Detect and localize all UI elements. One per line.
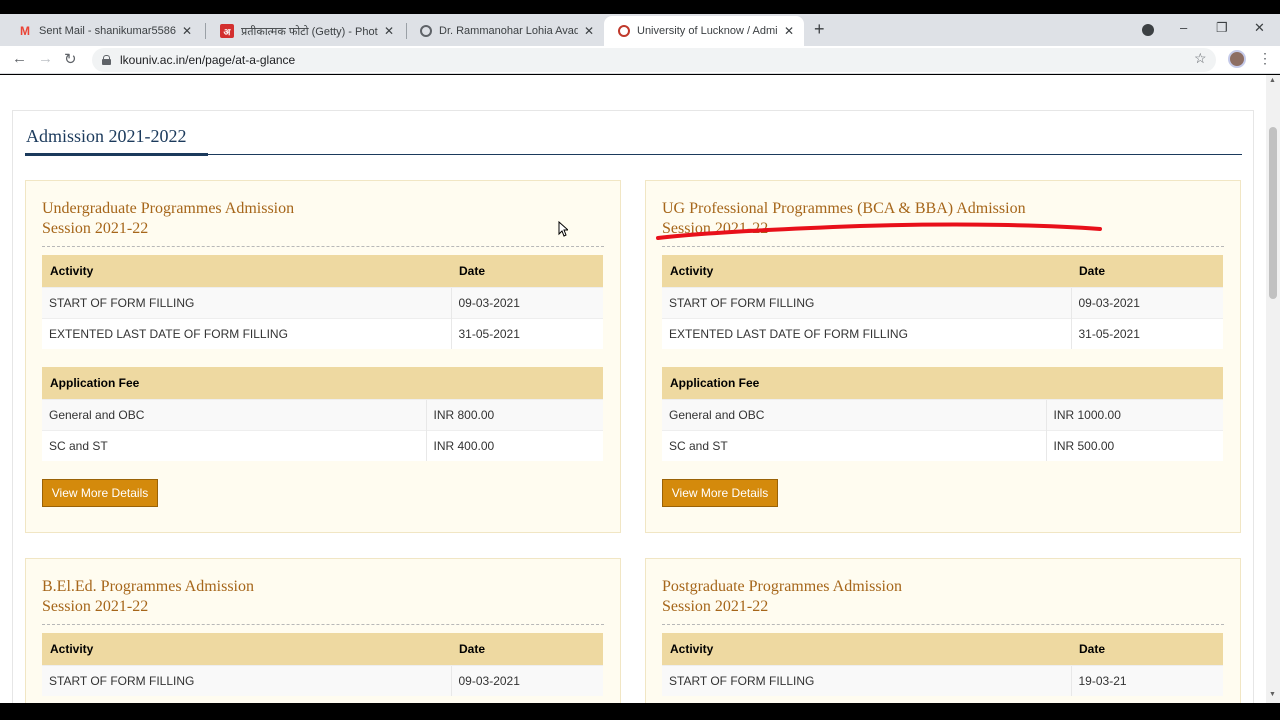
page-viewport: Admission 2021-2022 Undergraduate Progra… <box>0 75 1266 703</box>
tab-title: प्रतीकात्मक फोटो (Getty) - Photo 4 <box>241 25 378 38</box>
bottom-letterbox <box>0 703 1280 720</box>
view-more-details-button[interactable]: View More Details <box>662 479 778 507</box>
tab-title: Dr. Rammanohar Lohia Avadh Ur <box>439 25 578 37</box>
lock-icon <box>102 55 111 65</box>
table-row: SC and ST INR 400.00 <box>42 429 603 461</box>
table-row: START OF FORM FILLING 09-03-2021 <box>662 286 1223 318</box>
browser-toolbar: ← → ↻ lkouniv.ac.in/en/page/at-a-glance … <box>0 46 1280 74</box>
scroll-thumb[interactable] <box>1269 127 1277 299</box>
dates-table: Activity Date START OF FORM FILLING 19-03-… <box>662 633 1223 696</box>
dates-table: Activity Date START OF FORM FILLING 09-03-… <box>42 633 603 696</box>
column-header: Application Fee <box>662 367 1223 399</box>
tab-avadh-university[interactable]: Dr. Rammanohar Lohia Avadh Ur ✕ <box>406 16 604 46</box>
mouse-pointer-icon <box>558 221 568 237</box>
column-header: Activity <box>662 633 1071 665</box>
table-row: START OF FORM FILLING 09-03-2021 <box>42 664 603 696</box>
table-row: EXTENTED LAST DATE OF FORM FILLING 31-05-… <box>662 317 1223 349</box>
heading-accent-bar <box>25 153 208 156</box>
column-header: Application Fee <box>42 367 603 399</box>
card-title: Undergraduate Programmes Admission Sessi… <box>42 200 295 237</box>
fee-table: Application Fee General and OBC INR 1000.… <box>662 367 1223 461</box>
profile-avatar[interactable] <box>1228 50 1246 68</box>
university-logo-icon <box>618 25 630 37</box>
admission-card-beled: B.El.Ed. Programmes Admission Session 20… <box>25 558 621 703</box>
table-row: General and OBC INR 1000.00 <box>662 398 1223 430</box>
column-header: Date <box>451 633 603 665</box>
tab-strip: M Sent Mail - shanikumar5586@gm ✕ अ प्रत… <box>0 14 1280 46</box>
tab-title: Sent Mail - shanikumar5586@gm <box>39 25 176 37</box>
scroll-down-arrow-icon[interactable]: ▼ <box>1269 691 1276 698</box>
dates-table: Activity Date START OF FORM FILLING 09-03-… <box>42 255 603 349</box>
close-tab-icon[interactable]: ✕ <box>182 24 192 38</box>
forward-arrow-icon[interactable]: → <box>38 50 53 67</box>
table-row: SC and ST INR 500.00 <box>662 429 1223 461</box>
url-text: lkouniv.ac.in/en/page/at-a-glance <box>120 53 296 67</box>
close-tab-icon[interactable]: ✕ <box>584 24 594 38</box>
fee-table: Application Fee General and OBC INR 800.0… <box>42 367 603 461</box>
column-header: Date <box>451 255 603 287</box>
menu-dots-icon[interactable]: ⋮ <box>1258 50 1272 67</box>
card-title: B.El.Ed. Programmes Admission Session 20… <box>42 578 254 615</box>
tab-title: University of Lucknow / Admissio <box>637 25 778 37</box>
scroll-up-arrow-icon[interactable]: ▲ <box>1269 77 1276 84</box>
page-scrollbar[interactable]: ▲ ▼ <box>1266 75 1280 703</box>
dates-table: Activity Date START OF FORM FILLING 09-03-… <box>662 255 1223 349</box>
tab-gmail[interactable]: M Sent Mail - shanikumar5586@gm ✕ <box>4 16 202 46</box>
admission-card-ug-professional: UG Professional Programmes (BCA & BBA) A… <box>645 180 1241 533</box>
new-tab-button[interactable]: + <box>814 19 825 40</box>
column-header: Activity <box>42 255 451 287</box>
back-arrow-icon[interactable]: ← <box>12 50 27 67</box>
admission-card-undergraduate: Undergraduate Programmes Admission Sessi… <box>25 180 621 533</box>
card-divider <box>42 246 604 247</box>
close-tab-icon[interactable]: ✕ <box>384 24 394 38</box>
close-window-button[interactable]: ✕ <box>1254 20 1265 36</box>
card-title: Postgraduate Programmes Admission Sessio… <box>662 578 902 615</box>
table-row: EXTENTED LAST DATE OF FORM FILLING 31-05-… <box>42 317 603 349</box>
card-title: UG Professional Programmes (BCA & BBA) A… <box>662 200 1026 237</box>
minimize-button[interactable]: – <box>1180 20 1187 35</box>
page-title: Admission 2021-2022 <box>26 126 187 146</box>
card-divider <box>662 246 1224 247</box>
bookmark-star-icon[interactable]: ☆ <box>1194 50 1207 67</box>
news-site-icon: अ <box>220 24 234 38</box>
table-row: START OF FORM FILLING 19-03-21 <box>662 664 1223 696</box>
column-header: Date <box>1071 255 1223 287</box>
column-header: Activity <box>42 633 451 665</box>
gmail-icon: M <box>20 24 30 38</box>
column-header: Activity <box>662 255 1071 287</box>
tab-lucknow-university[interactable]: University of Lucknow / Admissio ✕ <box>604 16 804 46</box>
tab-search-icon[interactable] <box>1142 24 1154 36</box>
close-tab-icon[interactable]: ✕ <box>784 24 794 38</box>
admission-card-postgraduate: Postgraduate Programmes Admission Sessio… <box>645 558 1241 703</box>
address-bar[interactable]: lkouniv.ac.in/en/page/at-a-glance <box>92 48 1216 72</box>
view-more-details-button[interactable]: View More Details <box>42 479 158 507</box>
reload-icon[interactable]: ↻ <box>64 50 77 68</box>
table-row: General and OBC INR 800.00 <box>42 398 603 430</box>
maximize-button[interactable]: ❐ <box>1216 20 1228 36</box>
card-divider <box>662 624 1224 625</box>
card-divider <box>42 624 604 625</box>
globe-icon <box>420 25 432 37</box>
table-row: START OF FORM FILLING 09-03-2021 <box>42 286 603 318</box>
column-header: Date <box>1071 633 1223 665</box>
tab-getty-photo[interactable]: अ प्रतीकात्मक फोटो (Getty) - Photo 4 ✕ <box>206 16 404 46</box>
